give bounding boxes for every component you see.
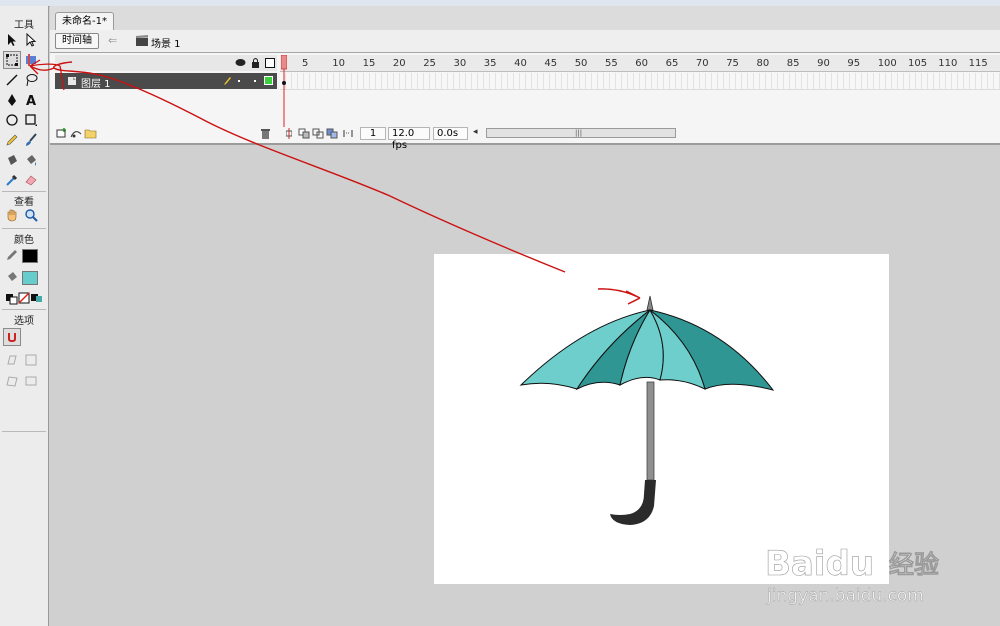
svg-text:A: A xyxy=(26,94,36,107)
umbrella-tip xyxy=(646,295,654,311)
document-tab-strip xyxy=(50,6,1000,31)
ruler-number: 25 xyxy=(423,58,436,69)
scene-label[interactable]: 场景 1 xyxy=(151,35,181,50)
stroke-color-swatch[interactable] xyxy=(22,249,38,263)
zoom-tool-icon[interactable] xyxy=(22,206,40,224)
edit-bar xyxy=(50,30,1000,53)
ruler-number: 35 xyxy=(483,58,497,69)
ink-bottle-tool-icon[interactable] xyxy=(3,151,21,169)
lock-dot[interactable] xyxy=(254,80,256,82)
paint-bucket-tool-icon[interactable] xyxy=(22,151,40,169)
brush-tool-icon[interactable] xyxy=(22,131,40,149)
watermark-brand: Baidu xyxy=(765,544,874,584)
selection-tool-icon[interactable] xyxy=(3,31,21,49)
onion-skin-icon[interactable] xyxy=(298,128,310,139)
ruler-number: 80 xyxy=(756,58,770,69)
back-arrow-icon[interactable]: ⇐ xyxy=(108,33,122,49)
options-header: 选项 xyxy=(14,316,34,327)
document-tab[interactable]: 未命名-1* xyxy=(55,12,114,30)
ruler-number: 40 xyxy=(514,58,527,69)
ruler-number: 20 xyxy=(392,58,406,69)
oval-tool-icon[interactable] xyxy=(3,111,21,129)
ruler-number: 70 xyxy=(695,58,709,69)
ruler-number: 85 xyxy=(786,58,800,69)
current-frame-field[interactable]: 1 xyxy=(360,127,386,140)
line-tool-icon[interactable] xyxy=(3,71,21,89)
baidu-watermark: Baidu 经验 jingyan.baidu.com xyxy=(765,522,939,606)
gradient-transform-tool-icon[interactable] xyxy=(22,51,40,69)
tools-header: 工具 xyxy=(14,20,34,31)
elapsed-time-field[interactable]: 0.0s xyxy=(433,127,468,140)
ruler-number: 55 xyxy=(605,58,618,69)
onion-outline-icon[interactable] xyxy=(312,128,324,139)
ruler-number: 105 xyxy=(908,58,928,69)
text-tool-icon[interactable]: A xyxy=(22,91,40,109)
pencil-tool-icon[interactable] xyxy=(3,131,21,149)
snap-to-objects-icon[interactable] xyxy=(3,328,21,346)
playhead[interactable] xyxy=(281,55,287,127)
scroll-left-arrow-icon[interactable]: ◂ xyxy=(473,127,478,137)
layer-outline-color[interactable] xyxy=(264,76,273,85)
ruler-number: 75 xyxy=(726,58,739,69)
eyedropper-tool-icon[interactable] xyxy=(3,171,21,189)
ruler-number: 110 xyxy=(938,58,958,69)
add-motion-guide-icon[interactable] xyxy=(70,128,82,139)
watermark-url: jingyan.baidu.com xyxy=(766,586,924,606)
fill-bucket-icon xyxy=(3,268,21,286)
ruler-number: 50 xyxy=(574,58,588,69)
ruler-number: 45 xyxy=(544,58,558,69)
pen-tool-icon[interactable] xyxy=(3,91,21,109)
center-frame-icon[interactable] xyxy=(286,128,292,139)
timeline-scrollbar[interactable]: ||| xyxy=(486,128,676,138)
modify-markers-icon[interactable] xyxy=(342,128,354,139)
ruler-number: 10 xyxy=(332,58,346,69)
toolbox-panel: 工具 A 查看 颜色 选项 xyxy=(0,6,49,626)
ruler-number: 65 xyxy=(665,58,679,69)
edit-multiple-frames-icon[interactable] xyxy=(326,128,338,139)
edit-pencil-icon xyxy=(224,77,231,85)
lock-icon[interactable] xyxy=(251,57,260,68)
eye-icon[interactable] xyxy=(235,58,246,67)
ruler-number: 5 xyxy=(302,58,309,69)
distort-icon[interactable] xyxy=(3,372,21,390)
rotate-skew-icon[interactable] xyxy=(3,351,21,369)
layer-name[interactable]: 图层 1 xyxy=(81,75,111,90)
hand-tool-icon[interactable] xyxy=(3,206,21,224)
ruler-number: 60 xyxy=(635,58,649,69)
colors-header: 颜色 xyxy=(14,235,34,246)
ruler-number: 90 xyxy=(817,58,830,69)
frame-row[interactable] xyxy=(280,73,1000,90)
umbrella-shaft xyxy=(646,381,655,481)
ruler-number: 115 xyxy=(968,58,988,69)
scale-icon[interactable] xyxy=(22,351,40,369)
timeline-toggle-button[interactable]: 时间轴 xyxy=(55,33,99,49)
outline-toggle-icon[interactable] xyxy=(265,58,275,68)
delete-layer-icon[interactable] xyxy=(260,128,271,139)
stroke-pencil-icon xyxy=(3,246,21,264)
frame-rate-field[interactable]: 12.0 fps xyxy=(388,127,430,151)
swap-colors-icon[interactable] xyxy=(28,289,46,307)
scene-clapper-icon xyxy=(136,35,148,46)
free-transform-tool-icon[interactable] xyxy=(3,51,21,69)
layer-page-icon xyxy=(68,77,76,85)
visible-dot[interactable] xyxy=(238,80,240,82)
umbrella-handle xyxy=(610,480,656,525)
lasso-tool-icon[interactable] xyxy=(22,71,40,89)
eraser-tool-icon[interactable] xyxy=(22,171,40,189)
ruler-number: 100 xyxy=(877,58,897,69)
insert-folder-icon[interactable] xyxy=(84,128,97,139)
envelope-icon[interactable] xyxy=(22,372,40,390)
scroll-grip-icon[interactable]: ||| xyxy=(575,129,582,137)
subselection-tool-icon[interactable] xyxy=(22,31,40,49)
watermark-brand-cn: 经验 xyxy=(889,550,939,579)
ruler-number: 30 xyxy=(453,58,467,69)
ruler-number: 15 xyxy=(362,58,376,69)
ruler-number: 95 xyxy=(847,58,861,69)
layer-header xyxy=(55,55,277,71)
fill-color-swatch[interactable] xyxy=(22,271,38,285)
rectangle-tool-icon[interactable] xyxy=(22,111,40,129)
insert-layer-icon[interactable] xyxy=(56,128,68,139)
